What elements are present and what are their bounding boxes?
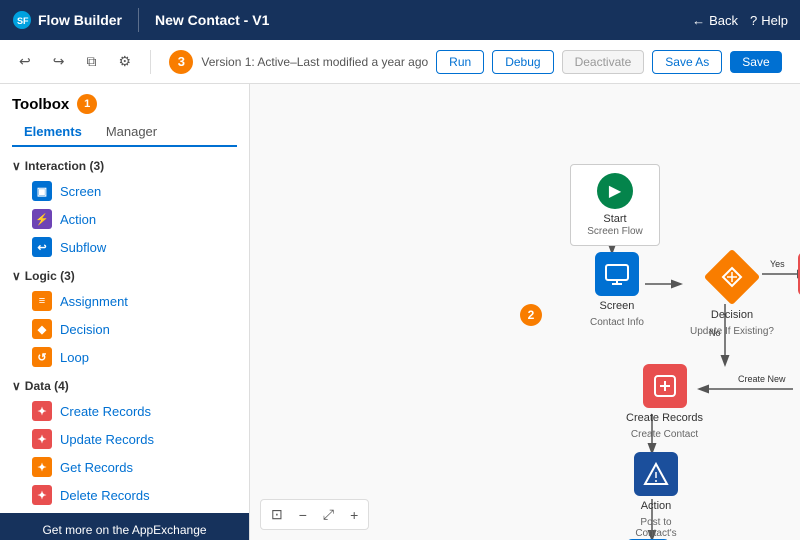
svg-text:Create New: Create New — [738, 374, 786, 384]
decision1-diamond — [704, 249, 761, 306]
assignment-icon: ≡ — [32, 291, 52, 311]
chevron-down-icon: ∨ — [12, 159, 21, 173]
action-icon: ⚡ — [32, 209, 52, 229]
app-logo: SF Flow Builder — [12, 10, 122, 30]
toolbar-center: 3 Version 1: Active–Last modified a year… — [163, 50, 788, 74]
chevron-down-icon-2: ∨ — [12, 269, 21, 283]
page-title: New Contact - V1 — [155, 12, 676, 28]
start-node[interactable]: ▶ Start Screen Flow — [560, 164, 670, 246]
section-data: ∨ Data (4) ✦ Create Records ✦ Update Rec… — [0, 375, 249, 513]
delete-records-icon: ✦ — [32, 485, 52, 505]
toolbar-separator — [150, 50, 151, 74]
start-box: ▶ Start Screen Flow — [570, 164, 660, 246]
appexchange-footer[interactable]: Get more on the AppExchange — [0, 513, 249, 540]
sidebar-tabs: Elements Manager — [12, 118, 237, 147]
zoom-out-icon: − — [299, 507, 307, 523]
back-button[interactable]: ← Back — [692, 13, 738, 28]
create-records-icon: ✦ — [32, 401, 52, 421]
sidebar-title: Toolbox — [12, 96, 69, 113]
screen1-icon — [595, 252, 639, 296]
step-badge-2: 2 — [520, 304, 542, 326]
sidebar-item-assignment[interactable]: ≡ Assignment — [12, 287, 237, 315]
svg-text:SF: SF — [17, 16, 29, 26]
zoom-in-icon: + — [350, 507, 358, 523]
version-text: Version 1: Active–Last modified a year a… — [201, 55, 428, 69]
debug-button[interactable]: Debug — [492, 50, 553, 74]
get-records-icon: ✦ — [32, 457, 52, 477]
sidebar-item-subflow[interactable]: ↩ Subflow — [12, 233, 237, 261]
sidebar-item-get-records[interactable]: ✦ Get Records — [12, 453, 237, 481]
create-records-node[interactable]: Create Records Create Contact — [626, 364, 703, 440]
redo-icon: ↪ — [53, 53, 65, 69]
help-icon: ? — [750, 13, 757, 28]
loop-icon: ↺ — [32, 347, 52, 367]
section-logic: ∨ Logic (3) ≡ Assignment ◆ Decision ↺ Lo… — [0, 265, 249, 375]
screen-icon: ▣ — [32, 181, 52, 201]
gear-icon: ⚙ — [118, 53, 131, 69]
section-logic-title[interactable]: ∨ Logic (3) — [12, 269, 237, 283]
decision-icon: ◆ — [32, 319, 52, 339]
canvas-expand-button[interactable]: ⤢ — [317, 504, 340, 525]
screen1-node[interactable]: Screen Contact Info — [590, 252, 644, 328]
canvas[interactable]: 2 — [250, 84, 800, 540]
action-node[interactable]: Action Post to Contact's Feed — [626, 452, 686, 540]
sidebar-item-action[interactable]: ⚡ Action — [12, 205, 237, 233]
deactivate-button: Deactivate — [562, 50, 645, 74]
toolbar: ↩ ↪ ⧉ ⚙ 3 Version 1: Active–Last modifie… — [0, 40, 800, 84]
subflow-icon: ↩ — [32, 237, 52, 257]
sidebar-header: Toolbox 1 — [0, 84, 249, 118]
top-nav: SF Flow Builder New Contact - V1 ← Back … — [0, 0, 800, 40]
help-button[interactable]: ? Help — [750, 13, 788, 28]
canvas-toolbar: ⊡ − ⤢ + — [260, 499, 369, 530]
decision1-node[interactable]: Decision Update If Existing? — [690, 249, 774, 337]
start-icon: ▶ — [597, 173, 633, 209]
undo-icon: ↩ — [19, 53, 31, 69]
sidebar-item-update-records[interactable]: ✦ Update Records — [12, 425, 237, 453]
canvas-fit-button[interactable]: ⊡ — [265, 504, 289, 525]
save-button[interactable]: Save — [730, 51, 781, 73]
action-icon-node — [634, 452, 678, 496]
copy-icon: ⧉ — [86, 53, 96, 69]
undo-button[interactable]: ↩ — [12, 48, 38, 75]
canvas-zoom-out-button[interactable]: − — [293, 504, 313, 525]
create-records-icon-node — [643, 364, 687, 408]
save-as-button[interactable]: Save As — [652, 50, 722, 74]
fit-icon: ⊡ — [271, 506, 283, 522]
section-data-title[interactable]: ∨ Data (4) — [12, 379, 237, 393]
back-icon: ← — [692, 13, 705, 28]
expand-icon: ⤢ — [323, 506, 334, 522]
sidebar: Toolbox 1 Elements Manager ∨ Interaction… — [0, 84, 250, 540]
section-interaction-title[interactable]: ∨ Interaction (3) — [12, 159, 237, 173]
version-badge: 3 — [169, 50, 193, 74]
sidebar-item-decision[interactable]: ◆ Decision — [12, 315, 237, 343]
sidebar-item-delete-records[interactable]: ✦ Delete Records — [12, 481, 237, 509]
main-layout: Toolbox 1 Elements Manager ∨ Interaction… — [0, 84, 800, 540]
decision1-diamond-wrapper — [704, 249, 760, 305]
section-interaction: ∨ Interaction (3) ▣ Screen ⚡ Action ↩ Su… — [0, 155, 249, 265]
redo-button[interactable]: ↪ — [46, 48, 72, 75]
sidebar-item-create-records[interactable]: ✦ Create Records — [12, 397, 237, 425]
canvas-zoom-in-button[interactable]: + — [344, 504, 364, 525]
app-title: Flow Builder — [38, 12, 122, 28]
update-records-icon: ✦ — [32, 429, 52, 449]
sidebar-item-loop[interactable]: ↺ Loop — [12, 343, 237, 371]
tab-elements[interactable]: Elements — [12, 118, 94, 147]
toolbox-badge: 1 — [77, 94, 97, 114]
nav-divider — [138, 8, 139, 32]
settings-button[interactable]: ⚙ — [111, 48, 138, 75]
run-button[interactable]: Run — [436, 50, 484, 74]
chevron-down-icon-3: ∨ — [12, 379, 21, 393]
sidebar-item-screen[interactable]: ▣ Screen — [12, 177, 237, 205]
tab-manager[interactable]: Manager — [94, 118, 169, 145]
nav-actions: ← Back ? Help — [692, 13, 788, 28]
copy-button[interactable]: ⧉ — [79, 48, 103, 75]
